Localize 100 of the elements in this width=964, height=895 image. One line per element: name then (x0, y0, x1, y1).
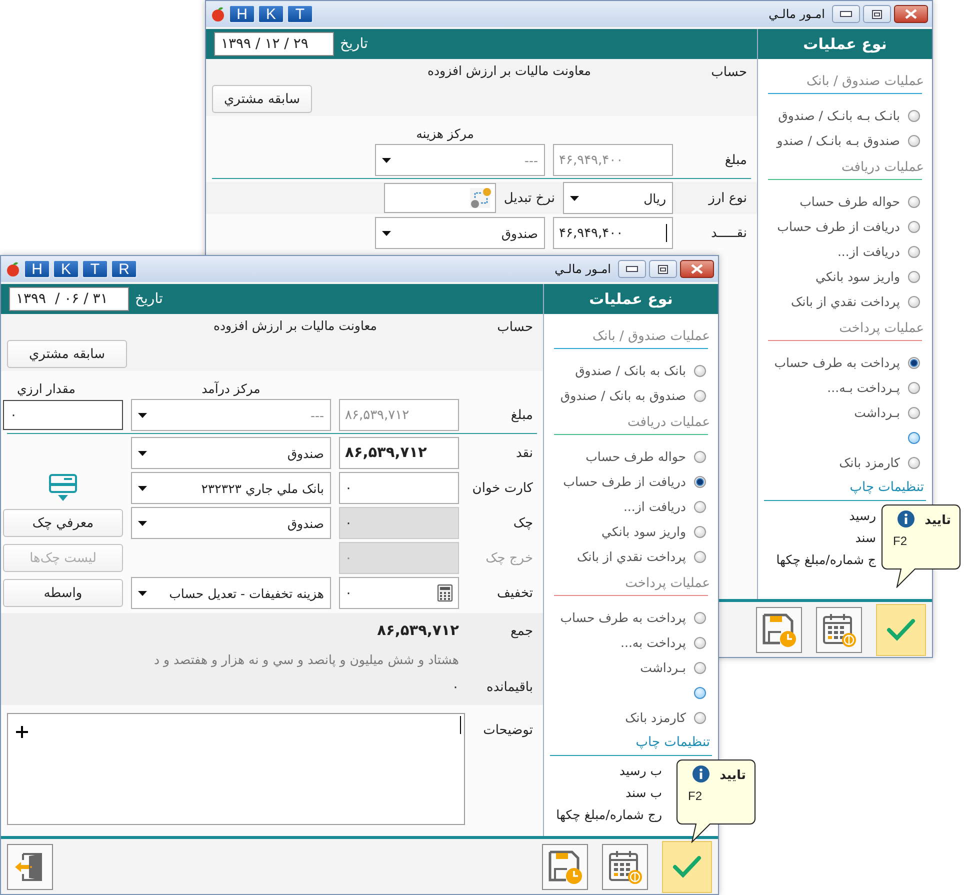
minimize-button[interactable] (832, 5, 860, 23)
radio-label: پرداخت به طرف حساب (774, 355, 900, 370)
dropdown[interactable]: --- (375, 144, 545, 176)
radio-label: بانک به بانک / صندوق (575, 363, 686, 378)
amount-field[interactable]: ۴۶,۹۴۹,۴۰۰ (553, 217, 673, 249)
radio-label: واريز سود بانکي (816, 269, 900, 284)
radio-button[interactable] (694, 550, 706, 562)
shortcut-key: F2 (889, 534, 955, 548)
field-label: مبلغ (724, 152, 748, 168)
radio-button[interactable] (908, 220, 920, 232)
radio-label: کارمزد بانک (839, 455, 900, 470)
radio-button[interactable] (908, 296, 920, 308)
radio-button[interactable] (908, 356, 920, 368)
account-name: معاونت ماليات بر ارزش افزوده (213, 317, 378, 333)
radio-button[interactable] (908, 382, 920, 394)
dropdown-arrow-icon (138, 590, 147, 596)
remainder-amount: ۰ (452, 680, 460, 694)
amount-field[interactable]: ۰ (339, 577, 459, 609)
apple-icon (5, 261, 21, 277)
toolbar-button[interactable] (876, 604, 926, 656)
dropdown-arrow-icon (382, 230, 391, 236)
checkbox-label: رج شماره/مبلغ چکها (556, 807, 662, 822)
radio-button[interactable] (908, 110, 920, 122)
radio-button[interactable] (694, 450, 706, 462)
radio-button[interactable] (694, 526, 706, 538)
input-field[interactable]: ۰ (3, 400, 123, 430)
radio-button[interactable] (694, 662, 706, 674)
radio-label: صندوق بـه بانـک / صندو (776, 133, 900, 148)
minimize-button[interactable] (618, 260, 646, 278)
toolbar-button[interactable] (542, 844, 588, 890)
radio-label: پـرداخت بـه... (827, 380, 900, 395)
shortcut-button[interactable]: H (24, 260, 50, 278)
toolbar-button[interactable] (662, 840, 712, 892)
field-label: حساب (496, 320, 534, 334)
shortcut-button[interactable]: K (258, 5, 284, 23)
card-reader-icon[interactable] (49, 474, 77, 502)
shortcut-button[interactable]: T (82, 260, 108, 278)
radio-label: حواله طرف حساب (800, 194, 900, 209)
maximize-button[interactable] (863, 5, 891, 23)
input-field[interactable] (384, 183, 496, 213)
toolbar-button[interactable] (816, 606, 862, 652)
toolbar-button[interactable] (7, 844, 53, 890)
dropdown-arrow-icon (138, 412, 147, 418)
dropdown[interactable]: صندوق (131, 437, 331, 469)
radio-button[interactable] (908, 406, 920, 418)
radio-button[interactable] (694, 476, 706, 488)
dropdown[interactable]: ريال (563, 182, 673, 214)
close-button[interactable] (680, 260, 714, 278)
shortcut-button[interactable]: K (53, 260, 79, 278)
date-field[interactable]: ۱۳۹۹ / ۰۶ / ۳۱ (9, 287, 129, 311)
radio-button[interactable] (908, 432, 920, 444)
radio-label: دريافت از... (837, 244, 900, 259)
maximize-button[interactable] (649, 260, 677, 278)
panel-header: نوع عمليات (544, 284, 718, 314)
action-button[interactable]: سابقه مشتري (212, 85, 312, 113)
date-field[interactable]: ۱۳۹۹ / ۱۲ / ۲۹ (214, 32, 334, 56)
calendar-coin-icon (821, 612, 857, 648)
radio-button[interactable] (908, 456, 920, 468)
radio-button[interactable] (694, 636, 706, 648)
checkbox-label: رسيد (849, 508, 876, 523)
calculator-icon[interactable] (437, 584, 453, 602)
dropdown[interactable]: --- (131, 399, 331, 431)
column-heading: مرکز هزينه (415, 126, 475, 141)
radio-button[interactable] (908, 270, 920, 282)
dropdown[interactable]: بانک ملي جاري ۲۳۲۳۲۳ (131, 472, 331, 504)
radio-button[interactable] (694, 500, 706, 512)
notes-field[interactable] (7, 713, 465, 825)
checkbox-label: ج شماره/مبلغ چکها (776, 552, 876, 567)
section-title: تنظيمات چاپ (634, 734, 710, 752)
radio-button[interactable] (908, 196, 920, 208)
radio-button[interactable] (694, 712, 706, 724)
maximize-icon (658, 264, 668, 274)
amount-field[interactable]: ۰ (339, 472, 459, 504)
toolbar-button[interactable] (602, 844, 648, 890)
radio-button[interactable] (694, 364, 706, 376)
action-button[interactable]: واسطه (3, 579, 123, 607)
radio-button[interactable] (694, 686, 706, 698)
radio-label: دريافت از طرف حساب (777, 219, 900, 234)
field-label: چک (512, 516, 534, 530)
total-amount: ۸۶,۵۳۹,۷۱۲ (377, 623, 460, 639)
toolbar-button[interactable] (756, 606, 802, 652)
amount-field[interactable]: ۸۶,۵۳۹,۷۱۲ (339, 437, 459, 469)
currency-exchange-icon[interactable] (468, 186, 493, 210)
radio-label: پرداخت به... (620, 635, 686, 650)
action-button[interactable]: سابقه مشتري (7, 340, 127, 368)
close-button[interactable] (894, 5, 928, 23)
amount-in-words: هشتاد و شش ميليون و پانصد و سي و نه هزار و هفتصد و د (154, 652, 460, 666)
field-label: خرج چک (484, 550, 534, 566)
radio-button[interactable] (908, 134, 920, 146)
save-clock-icon (547, 848, 583, 884)
shortcut-button[interactable]: H (229, 5, 255, 23)
radio-button[interactable] (908, 246, 920, 258)
radio-button[interactable] (694, 390, 706, 402)
dropdown[interactable]: هزينه تخفيفات - تعديل حساب (131, 577, 331, 609)
shortcut-button[interactable]: T (287, 5, 313, 23)
shortcut-button[interactable]: R (111, 260, 137, 278)
panel-header: نوع عمليات (758, 29, 932, 59)
dropdown[interactable]: صندوق (375, 217, 545, 249)
radio-button[interactable] (694, 612, 706, 624)
section-title: تنظيمات چاپ (848, 479, 924, 497)
